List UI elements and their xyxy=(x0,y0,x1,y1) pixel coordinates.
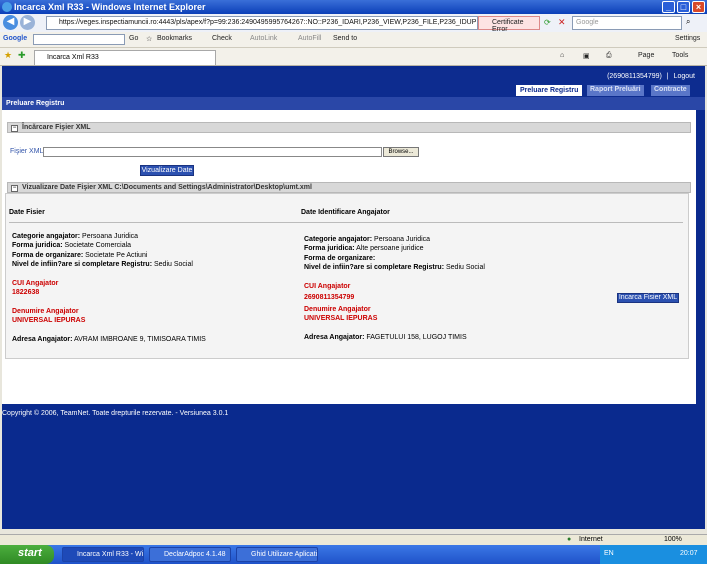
right-denumire-value: UNIVERSAL IEPURAS xyxy=(304,315,378,322)
taskbar-item-ghid[interactable]: Ghid Utilizare Aplicati... xyxy=(236,547,318,562)
bookmarks-button[interactable]: Bookmarks xyxy=(157,35,192,42)
collapse-toggle[interactable]: − xyxy=(11,125,18,132)
left-denumire-value: UNIVERSAL IEPURAS xyxy=(12,317,86,324)
left-nivel: Nivel de infiin?are si completare Regist… xyxy=(12,261,193,268)
clock: 20:07 xyxy=(680,550,698,557)
stop-icon[interactable]: ✕ xyxy=(558,17,566,28)
google-search-input[interactable] xyxy=(33,34,125,45)
maximize-button[interactable]: □ xyxy=(677,1,690,13)
right-forma-organizare: Forma de organizare: xyxy=(304,255,376,262)
back-button[interactable]: ◀ xyxy=(3,15,18,30)
feeds-icon[interactable]: ▣ xyxy=(583,52,590,60)
footer-copyright: Copyright © 2006, TeamNet. Toate dreptur… xyxy=(2,410,229,417)
autofill-button[interactable]: AutoFill xyxy=(298,35,321,42)
right-cui-value: 2690811354799 xyxy=(304,294,355,301)
left-adresa: Adresa Angajator: AVRAM IMBROANE 9, TIMI… xyxy=(12,336,206,343)
left-forma-juridica: Forma juridica: Societate Comerciala xyxy=(12,242,132,249)
refresh-icon[interactable]: ⟳ xyxy=(544,18,551,27)
section-title: Preluare Registru xyxy=(2,97,705,110)
tools-menu[interactable]: Tools xyxy=(672,52,688,59)
tab-contracte[interactable]: Contracte xyxy=(651,85,690,96)
collapse-toggle[interactable]: − xyxy=(11,185,18,192)
send-to-button[interactable]: Send to xyxy=(333,35,357,42)
browse-button[interactable]: Browse... xyxy=(383,147,419,157)
window-title: Incarca Xml R33 - Windows Internet Explo… xyxy=(14,2,206,12)
left-header: Date Fisier xyxy=(9,209,45,216)
browser-tab[interactable]: Incarca Xml R33 xyxy=(34,50,216,65)
language-indicator[interactable]: EN xyxy=(604,550,614,557)
start-button[interactable]: start xyxy=(0,545,54,564)
tab-row: ★ ✚ Incarca Xml R33 ⌂ ▣ ⎙ Page Tools xyxy=(0,48,707,66)
close-button[interactable]: × xyxy=(692,1,705,13)
right-cui-label: CUI Angajator xyxy=(304,283,351,290)
tab-raport-preluari[interactable]: Raport Preluări xyxy=(587,85,644,96)
google-logo: Google xyxy=(3,35,28,42)
certificate-error-button[interactable]: Certificate Error xyxy=(478,16,540,33)
google-toolbar: Google Go ☆ Bookmarks Check AutoLink Aut… xyxy=(0,32,707,48)
ie-icon xyxy=(2,2,12,12)
add-favorites-icon[interactable]: ✚ xyxy=(18,50,26,61)
panel-upload-title: Încărcare Fişier XML xyxy=(22,124,91,131)
right-categorie: Categorie angajator: Persoana Juridica xyxy=(304,236,431,243)
user-line: (2690811354799) | Logout xyxy=(607,73,695,80)
taskbar-item-declaradpoc[interactable]: DeclarAdpoc 4.1.48 xyxy=(149,547,231,562)
status-bar: ● Internet 100% xyxy=(0,534,707,545)
panel-view-title: Vizualizare Date Fişier XML C:\Documents… xyxy=(22,184,312,191)
zoom-level[interactable]: 100% xyxy=(664,536,682,543)
right-nivel: Nivel de infiin?are si completare Regist… xyxy=(304,264,485,271)
window-titlebar: Incarca Xml R33 - Windows Internet Explo… xyxy=(0,0,707,14)
right-denumire-label: Denumire Angajator xyxy=(304,306,371,313)
right-forma-juridica: Forma juridica: Alte persoane juridice xyxy=(304,245,424,252)
start-label: start xyxy=(18,547,42,559)
star-icon: ☆ xyxy=(146,36,153,43)
view-data-button[interactable]: Vizualizare Date xyxy=(140,165,194,176)
settings-button[interactable]: Settings xyxy=(675,35,700,42)
globe-icon: ● xyxy=(567,536,572,543)
search-input[interactable]: Google xyxy=(572,16,682,30)
browser-tab-label: Incarca Xml R33 xyxy=(47,54,99,61)
divider xyxy=(9,222,683,223)
forward-button[interactable]: ▶ xyxy=(20,15,35,30)
minimize-button[interactable]: _ xyxy=(662,1,675,13)
google-go-button[interactable]: Go xyxy=(129,35,138,42)
taskbar-item-ie[interactable]: Incarca Xml R33 - Wi... xyxy=(62,547,144,562)
address-row: ◀ ▶ https://veges.inspectiamuncii.ro:444… xyxy=(0,14,707,33)
page-menu[interactable]: Page xyxy=(638,52,654,59)
user-id: (2690811354799) xyxy=(607,73,662,80)
right-header: Date Identificare Angajator xyxy=(301,209,390,216)
home-icon[interactable]: ⌂ xyxy=(560,52,564,59)
autolink-button[interactable]: AutoLink xyxy=(250,35,277,42)
right-adresa: Adresa Angajator: FAGETULUI 158, LUGOJ T… xyxy=(304,334,467,341)
left-denumire-label: Denumire Angajator xyxy=(12,308,79,315)
address-input[interactable]: https://veges.inspectiamuncii.ro:4443/pl… xyxy=(46,16,478,30)
left-cui-value: 1822638 xyxy=(12,289,40,296)
file-input[interactable] xyxy=(43,147,382,157)
left-cui-label: CUI Angajator xyxy=(12,280,59,287)
favorites-star-icon[interactable]: ★ xyxy=(4,50,12,61)
panel-view-header: − Vizualizare Date Fişier XML C:\Documen… xyxy=(7,182,691,193)
system-tray: EN 20:07 xyxy=(600,545,707,564)
tab-preluare-registru[interactable]: Preluare Registru xyxy=(516,85,583,96)
left-categorie: Categorie angajator: Persoana Juridica xyxy=(12,233,139,240)
file-label: Fişier XML xyxy=(10,148,44,155)
check-button[interactable]: Check xyxy=(212,35,232,42)
load-xml-button[interactable]: Incarca Fisier XML xyxy=(617,293,679,303)
panel-upload-header: − Încărcare Fişier XML xyxy=(7,122,691,133)
print-icon[interactable]: ⎙ xyxy=(606,52,612,60)
zone-label: Internet xyxy=(579,536,603,543)
cert-error-label: Certificate Error xyxy=(492,19,524,33)
logout-link[interactable]: Logout xyxy=(674,73,695,80)
search-icon[interactable]: ⌕ xyxy=(686,17,690,27)
left-forma-organizare: Forma de organizare: Societate Pe Actiun… xyxy=(12,252,148,259)
